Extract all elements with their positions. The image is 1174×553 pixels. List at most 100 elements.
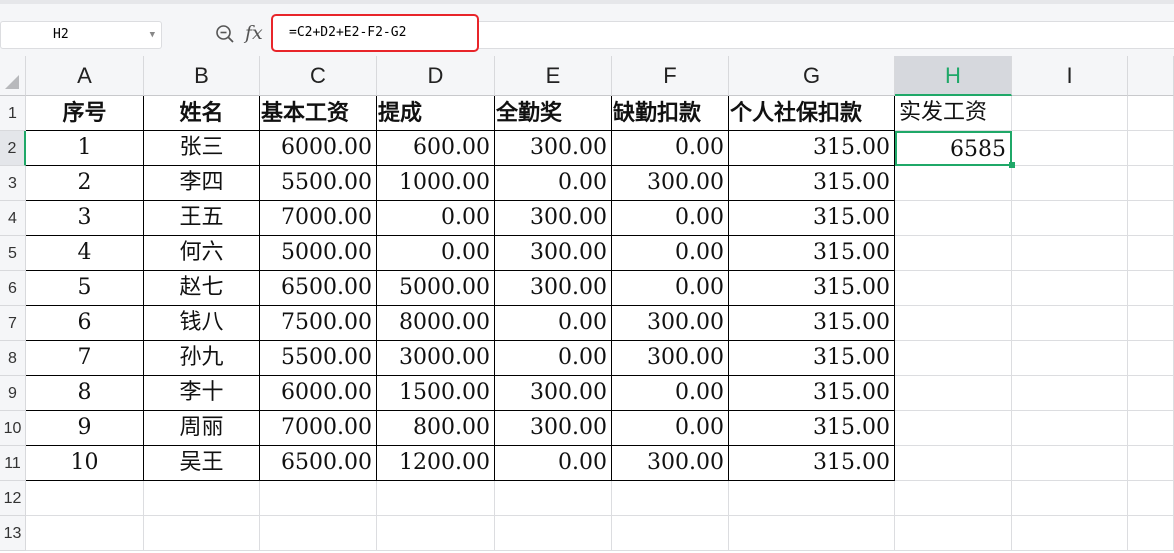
- table-cell[interactable]: 600.00: [377, 131, 495, 166]
- row-header-11[interactable]: 11: [0, 446, 26, 481]
- cell[interactable]: [895, 516, 1012, 551]
- row-header-7[interactable]: 7: [0, 306, 26, 341]
- table-cell[interactable]: 0.00: [612, 131, 729, 166]
- table-cell[interactable]: [895, 411, 1012, 446]
- row-header-5[interactable]: 5: [0, 236, 26, 271]
- table-cell[interactable]: [895, 201, 1012, 236]
- row-header-9[interactable]: 9: [0, 376, 26, 411]
- table-cell[interactable]: 315.00: [729, 271, 895, 306]
- cell[interactable]: [26, 481, 144, 516]
- header-cell[interactable]: 全勤奖: [495, 96, 612, 131]
- table-cell[interactable]: 300.00: [495, 236, 612, 271]
- cell[interactable]: [1128, 236, 1174, 271]
- cell[interactable]: [1012, 271, 1128, 306]
- cell[interactable]: [895, 481, 1012, 516]
- header-cell[interactable]: 序号: [26, 96, 144, 131]
- table-cell[interactable]: 0.00: [495, 446, 612, 481]
- cell[interactable]: [144, 516, 260, 551]
- table-cell[interactable]: 0.00: [612, 236, 729, 271]
- cell[interactable]: [260, 481, 377, 516]
- table-cell[interactable]: 1: [26, 131, 144, 166]
- cell[interactable]: [1012, 341, 1128, 376]
- cell[interactable]: [1128, 341, 1174, 376]
- cell[interactable]: [1128, 516, 1174, 551]
- cell[interactable]: [1012, 516, 1128, 551]
- cell[interactable]: [377, 481, 495, 516]
- table-cell[interactable]: 王五: [144, 201, 260, 236]
- table-cell[interactable]: 1200.00: [377, 446, 495, 481]
- table-cell[interactable]: 5000.00: [377, 271, 495, 306]
- table-cell[interactable]: 300.00: [612, 166, 729, 201]
- row-header-4[interactable]: 4: [0, 201, 26, 236]
- table-cell[interactable]: 0.00: [495, 341, 612, 376]
- select-all-button[interactable]: [0, 56, 26, 96]
- table-cell[interactable]: 300.00: [495, 411, 612, 446]
- header-cell[interactable]: 个人社保扣款: [729, 96, 895, 131]
- cell[interactable]: [1128, 201, 1174, 236]
- table-cell[interactable]: [895, 236, 1012, 271]
- cell[interactable]: [612, 516, 729, 551]
- table-cell[interactable]: 6500.00: [260, 446, 377, 481]
- table-cell[interactable]: 5500.00: [260, 166, 377, 201]
- table-cell[interactable]: 315.00: [729, 411, 895, 446]
- table-cell[interactable]: 315.00: [729, 341, 895, 376]
- table-cell[interactable]: 2: [26, 166, 144, 201]
- table-cell[interactable]: 7000.00: [260, 411, 377, 446]
- header-cell[interactable]: 实发工资: [895, 96, 1012, 131]
- table-cell[interactable]: 5: [26, 271, 144, 306]
- row-header-12[interactable]: 12: [0, 481, 26, 516]
- table-cell[interactable]: [895, 166, 1012, 201]
- table-cell[interactable]: 李四: [144, 166, 260, 201]
- table-cell[interactable]: 9: [26, 411, 144, 446]
- table-cell[interactable]: 8000.00: [377, 306, 495, 341]
- table-cell[interactable]: 6000.00: [260, 131, 377, 166]
- table-cell[interactable]: 300.00: [495, 376, 612, 411]
- column-header-I[interactable]: I: [1012, 56, 1128, 96]
- table-cell[interactable]: 0.00: [377, 201, 495, 236]
- header-cell[interactable]: 提成: [377, 96, 495, 131]
- column-header-C[interactable]: C: [260, 56, 377, 96]
- column-header-D[interactable]: D: [377, 56, 495, 96]
- table-cell[interactable]: 10: [26, 446, 144, 481]
- name-box[interactable]: H2 ▼: [0, 21, 162, 49]
- cell[interactable]: [144, 481, 260, 516]
- table-cell[interactable]: 0.00: [612, 271, 729, 306]
- table-cell[interactable]: 6500.00: [260, 271, 377, 306]
- fill-handle[interactable]: [1009, 162, 1015, 168]
- table-cell[interactable]: 0.00: [612, 411, 729, 446]
- column-header-G[interactable]: G: [729, 56, 895, 96]
- table-cell[interactable]: 1500.00: [377, 376, 495, 411]
- table-cell[interactable]: 张三: [144, 131, 260, 166]
- cell[interactable]: [26, 516, 144, 551]
- table-cell[interactable]: 8: [26, 376, 144, 411]
- table-cell[interactable]: 300.00: [612, 446, 729, 481]
- cell[interactable]: [1128, 481, 1174, 516]
- cell[interactable]: [1128, 166, 1174, 201]
- cell[interactable]: [729, 516, 895, 551]
- table-cell[interactable]: 赵七: [144, 271, 260, 306]
- cell[interactable]: [1128, 376, 1174, 411]
- header-cell[interactable]: 缺勤扣款: [612, 96, 729, 131]
- cell[interactable]: [495, 481, 612, 516]
- cell[interactable]: [1128, 446, 1174, 481]
- formula-input[interactable]: =C2+D2+E2-F2-G2: [271, 14, 479, 52]
- table-cell[interactable]: 300.00: [495, 201, 612, 236]
- column-header-F[interactable]: F: [612, 56, 729, 96]
- table-cell[interactable]: 5500.00: [260, 341, 377, 376]
- cell[interactable]: [729, 481, 895, 516]
- row-header-1[interactable]: 1: [0, 96, 26, 131]
- cell[interactable]: [495, 516, 612, 551]
- table-cell[interactable]: 315.00: [729, 306, 895, 341]
- column-header-H[interactable]: H: [895, 56, 1012, 96]
- column-header-A[interactable]: A: [26, 56, 144, 96]
- table-cell[interactable]: 4: [26, 236, 144, 271]
- header-cell[interactable]: 基本工资: [260, 96, 377, 131]
- zoom-out-icon[interactable]: [215, 24, 235, 44]
- table-cell[interactable]: 800.00: [377, 411, 495, 446]
- table-cell[interactable]: 315.00: [729, 201, 895, 236]
- cell[interactable]: [1128, 96, 1174, 131]
- table-cell[interactable]: 0.00: [495, 306, 612, 341]
- column-header-E[interactable]: E: [495, 56, 612, 96]
- table-cell[interactable]: 315.00: [729, 376, 895, 411]
- table-cell[interactable]: [895, 306, 1012, 341]
